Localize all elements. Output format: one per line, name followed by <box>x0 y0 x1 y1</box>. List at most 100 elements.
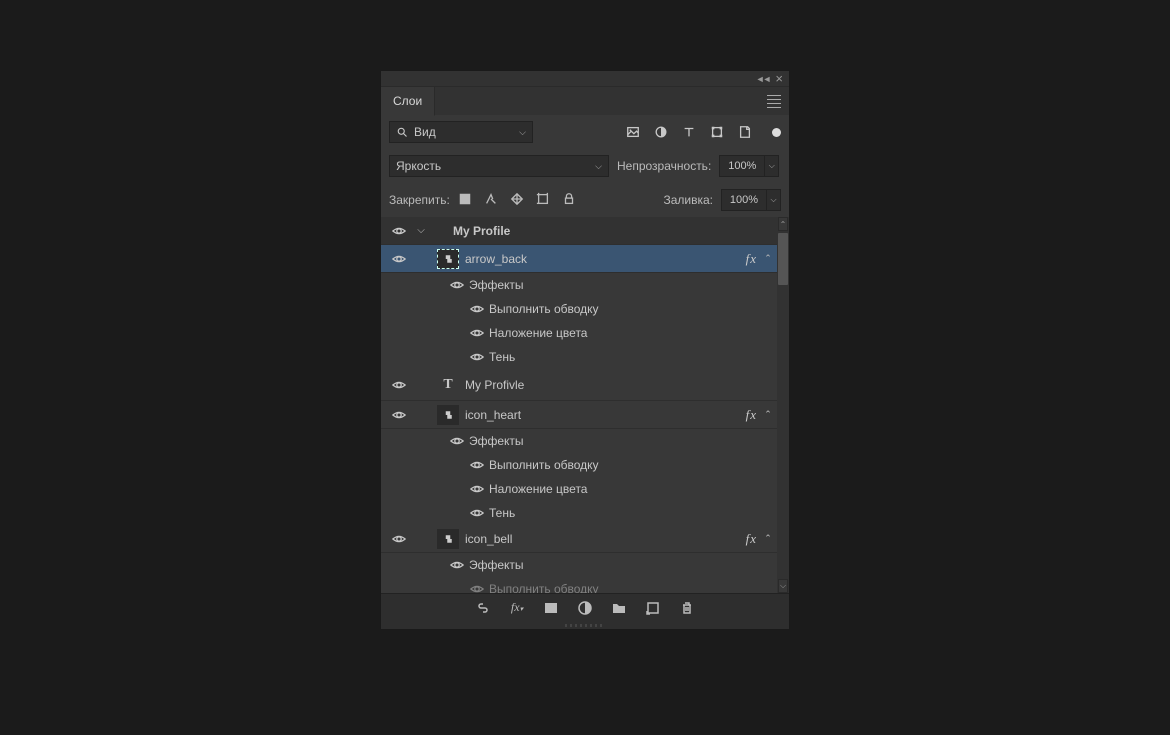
fx-indicator: fx <box>746 251 757 267</box>
visibility-toggle[interactable] <box>387 378 411 392</box>
lock-image-icon[interactable] <box>484 192 498 209</box>
fill-input[interactable]: 100% <box>721 189 767 211</box>
fill-label: Заливка: <box>663 193 713 207</box>
layer-group-my-profile[interactable]: ⌵ My Profile <box>381 217 789 245</box>
layer-name: arrow_back <box>465 252 746 266</box>
effect-label: Выполнить обводку <box>489 582 599 593</box>
effect-stroke[interactable]: Выполнить обводку <box>381 453 789 477</box>
effects-label: Эффекты <box>469 278 524 292</box>
bottom-toolbar: fx▾ <box>381 593 789 621</box>
filter-smartobject-icon[interactable] <box>738 125 752 139</box>
opacity-input[interactable]: 100% <box>719 155 765 177</box>
layer-name: icon_bell <box>465 532 746 546</box>
layer-thumbnail[interactable] <box>437 405 459 425</box>
filter-icons <box>626 125 781 139</box>
filter-adjustment-icon[interactable] <box>654 125 668 139</box>
layer-my-profile-text[interactable]: T My Profivle <box>381 369 789 401</box>
effects-header[interactable]: Эффекты <box>381 429 789 453</box>
resize-handle[interactable] <box>381 621 789 629</box>
layer-thumbnail[interactable] <box>437 529 459 549</box>
lock-artboard-icon[interactable] <box>536 192 550 209</box>
effects-header[interactable]: Эффекты <box>381 273 789 297</box>
chevron-down-icon: ⌵ <box>595 161 602 172</box>
tab-layers[interactable]: Слои <box>381 87 435 116</box>
effect-label: Тень <box>489 506 515 520</box>
layer-icon-bell[interactable]: icon_bell fx ⌃ <box>381 525 789 553</box>
lock-all-icon[interactable] <box>562 192 576 209</box>
effect-stroke[interactable]: Выполнить обводку <box>381 577 789 593</box>
visibility-toggle[interactable] <box>465 582 489 593</box>
effect-label: Наложение цвета <box>489 482 587 496</box>
filter-pixel-icon[interactable] <box>626 125 640 139</box>
fx-indicator: fx <box>746 407 757 423</box>
layers-panel: ◄◄ × Слои Вид ⌵ Яркость ⌵ Непрозрачность… <box>380 70 790 630</box>
lock-row: Закрепить: Заливка: 100% ⌵ <box>381 183 789 217</box>
layer-name: My Profivle <box>465 378 775 392</box>
visibility-toggle[interactable] <box>465 326 489 340</box>
delete-layer-icon[interactable] <box>679 600 695 616</box>
panel-menu-icon[interactable] <box>765 87 789 115</box>
visibility-toggle[interactable] <box>465 506 489 520</box>
group-icon[interactable] <box>611 600 627 616</box>
collapse-effects[interactable]: ⌃ <box>761 533 775 544</box>
layer-thumbnail[interactable] <box>437 249 459 269</box>
visibility-toggle[interactable] <box>387 252 411 266</box>
layer-style-icon[interactable]: fx▾ <box>509 600 525 616</box>
visibility-toggle[interactable] <box>387 532 411 546</box>
fill-chevron[interactable]: ⌵ <box>767 189 781 211</box>
visibility-toggle[interactable] <box>465 458 489 472</box>
visibility-toggle[interactable] <box>465 482 489 496</box>
lock-transparency-icon[interactable] <box>458 192 472 209</box>
layer-mask-icon[interactable] <box>543 600 559 616</box>
filter-text-icon[interactable] <box>682 125 696 139</box>
fx-indicator: fx <box>746 531 757 547</box>
lock-icons <box>458 192 576 209</box>
effect-label: Выполнить обводку <box>489 458 599 472</box>
fill-input-wrap: 100% ⌵ <box>721 189 781 211</box>
effect-label: Тень <box>489 350 515 364</box>
adjustment-layer-icon[interactable] <box>577 600 593 616</box>
scroll-thumb[interactable] <box>778 233 788 285</box>
blend-mode-value: Яркость <box>396 159 441 173</box>
lock-label: Закрепить: <box>389 193 450 207</box>
scroll-up[interactable]: ⌃ <box>778 217 788 231</box>
effect-label: Наложение цвета <box>489 326 587 340</box>
layer-search[interactable]: Вид ⌵ <box>389 121 533 143</box>
text-layer-icon: T <box>437 377 459 393</box>
visibility-toggle[interactable] <box>465 302 489 316</box>
filter-shape-icon[interactable] <box>710 125 724 139</box>
scrollbar[interactable]: ⌃ ⌵ <box>777 217 789 593</box>
close-icon[interactable]: × <box>775 71 783 86</box>
chevron-down-icon: ⌵ <box>519 127 526 138</box>
effects-header[interactable]: Эффекты <box>381 553 789 577</box>
lock-position-icon[interactable] <box>510 192 524 209</box>
layer-arrow-back[interactable]: arrow_back fx ⌃ <box>381 245 789 273</box>
visibility-toggle[interactable] <box>445 558 469 572</box>
visibility-toggle[interactable] <box>465 350 489 364</box>
effect-stroke[interactable]: Выполнить обводку <box>381 297 789 321</box>
new-layer-icon[interactable] <box>645 600 661 616</box>
collapse-icon[interactable]: ◄◄ <box>756 74 770 84</box>
opacity-chevron[interactable]: ⌵ <box>765 155 779 177</box>
visibility-toggle[interactable] <box>387 408 411 422</box>
layer-name: icon_heart <box>465 408 746 422</box>
collapse-effects[interactable]: ⌃ <box>761 409 775 420</box>
tab-bar: Слои <box>381 87 789 115</box>
visibility-toggle[interactable] <box>445 278 469 292</box>
scroll-down[interactable]: ⌵ <box>778 579 788 593</box>
effects-label: Эффекты <box>469 434 524 448</box>
link-layers-icon[interactable] <box>475 600 491 616</box>
collapse-effects[interactable]: ⌃ <box>761 253 775 264</box>
effect-shadow[interactable]: Тень <box>381 501 789 525</box>
blend-row: Яркость ⌵ Непрозрачность: 100% ⌵ <box>381 149 789 183</box>
effect-color-overlay[interactable]: Наложение цвета <box>381 321 789 345</box>
visibility-toggle[interactable] <box>387 224 411 238</box>
filter-toggle[interactable] <box>772 128 781 137</box>
blend-mode-select[interactable]: Яркость ⌵ <box>389 155 609 177</box>
effect-shadow[interactable]: Тень <box>381 345 789 369</box>
expand-toggle[interactable]: ⌵ <box>411 225 431 236</box>
effect-color-overlay[interactable]: Наложение цвета <box>381 477 789 501</box>
effects-label: Эффекты <box>469 558 524 572</box>
visibility-toggle[interactable] <box>445 434 469 448</box>
layer-icon-heart[interactable]: icon_heart fx ⌃ <box>381 401 789 429</box>
